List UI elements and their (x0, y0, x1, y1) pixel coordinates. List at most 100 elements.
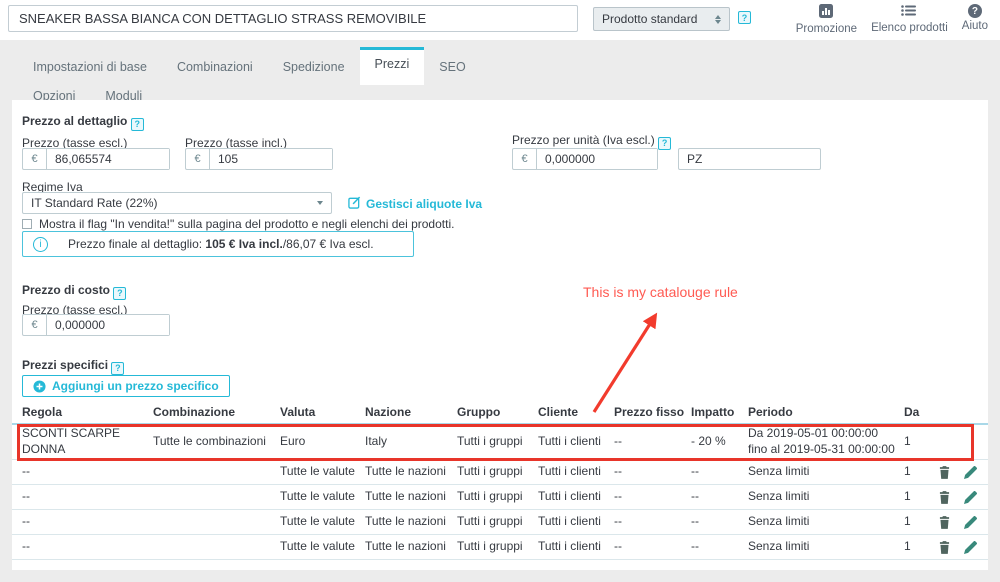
top-bar: Prodotto standard ? Promozione Elenco pr… (0, 0, 1000, 40)
delete-icon[interactable] (939, 541, 950, 554)
tab-spedizione[interactable]: Spedizione (268, 47, 360, 83)
final-price-alert: i Prezzo finale al dettaglio: 105 € Iva … (22, 231, 414, 257)
plus-circle-icon (33, 380, 46, 393)
unit-input[interactable] (678, 148, 821, 170)
col-da: Da (904, 405, 934, 419)
top-nav: Promozione Elenco prodotti ? Aiuto (796, 4, 988, 35)
delete-icon[interactable] (939, 516, 950, 529)
unit-price-group: € (512, 148, 658, 170)
cell-combinazione: Tutte le combinazioni (153, 434, 280, 450)
help-button[interactable]: ? Aiuto (962, 4, 988, 35)
delete-icon[interactable] (939, 491, 950, 504)
specific-prices-rows: SCONTI SCARPE DONNA Tutte le combinazion… (12, 425, 988, 560)
cell-cliente: Tutti i clienti (538, 434, 614, 450)
cell-da: 1 (904, 464, 934, 480)
table-row: -- Tutte le valute Tutte le nazioni Tutt… (12, 485, 988, 510)
select-updown-icon (715, 15, 721, 24)
cell-nazione: Tutte le nazioni (365, 514, 457, 530)
tab-combinazioni[interactable]: Combinazioni (162, 47, 268, 83)
edit-icon[interactable] (964, 491, 977, 504)
col-prezzo-fisso: Prezzo fisso (614, 405, 691, 419)
question-circle-icon: ? (968, 4, 982, 18)
promotion-label: Promozione (796, 23, 857, 35)
cell-da: 1 (904, 489, 934, 505)
currency-prefix: € (23, 315, 47, 335)
cell-cliente: Tutti i clienti (538, 514, 614, 530)
cell-valuta: Tutte le valute (280, 514, 365, 530)
cell-prezzo-fisso: -- (614, 539, 691, 555)
specific-prices-title-text: Prezzi specifici (22, 358, 108, 372)
product-list-button[interactable]: Elenco prodotti (871, 4, 948, 35)
info-icon: i (33, 237, 48, 252)
cell-periodo: Senza limiti (748, 489, 904, 505)
cell-nazione: Tutte le nazioni (365, 539, 457, 555)
cost-price-title: Prezzo di costo ? (22, 283, 126, 300)
product-list-label: Elenco prodotti (871, 22, 948, 34)
cell-impatto: - 20 % (691, 434, 748, 450)
help-label: Aiuto (962, 20, 988, 32)
cell-prezzo-fisso: -- (614, 489, 691, 505)
final-price-prefix: Prezzo finale al dettaglio: (68, 237, 205, 251)
unit-price-input[interactable] (537, 149, 657, 169)
col-cliente: Cliente (538, 405, 614, 419)
table-header-row: Regola Combinazione Valuta Nazione Grupp… (12, 400, 988, 425)
tax-rule-value: IT Standard Rate (22%) (31, 196, 158, 210)
help-icon[interactable]: ? (113, 287, 126, 300)
price-incl-input[interactable] (210, 149, 332, 169)
tab-prezzi[interactable]: Prezzi (360, 47, 425, 85)
product-name-input[interactable] (8, 5, 578, 32)
currency-prefix: € (186, 149, 210, 169)
price-excl-input[interactable] (47, 149, 169, 169)
promotion-button[interactable]: Promozione (796, 4, 857, 35)
currency-prefix: € (23, 149, 47, 169)
cell-periodo: Senza limiti (748, 539, 904, 555)
final-price-excl: /86,07 € Iva escl. (283, 237, 374, 251)
price-incl-group: € (185, 148, 333, 170)
add-specific-price-button[interactable]: Aggiungi un prezzo specifico (22, 375, 230, 397)
on-sale-checkbox[interactable] (22, 219, 32, 229)
cell-prezzo-fisso: -- (614, 434, 691, 450)
product-type-select[interactable]: Prodotto standard (593, 7, 730, 31)
cell-da: 1 (904, 434, 934, 450)
delete-icon[interactable] (939, 466, 950, 479)
cell-gruppo: Tutti i gruppi (457, 464, 538, 480)
price-excl-group: € (22, 148, 170, 170)
edit-icon[interactable] (964, 466, 977, 479)
cost-price-input[interactable] (47, 315, 169, 335)
help-icon[interactable]: ? (111, 362, 124, 375)
cell-periodo: Senza limiti (748, 464, 904, 480)
cell-nazione: Italy (365, 434, 457, 450)
col-periodo: Periodo (748, 405, 904, 419)
col-valuta: Valuta (280, 405, 365, 419)
cell-impatto: -- (691, 464, 748, 480)
help-icon[interactable]: ? (658, 137, 671, 150)
row-actions (934, 516, 988, 529)
cell-nazione: Tutte le nazioni (365, 464, 457, 480)
cell-gruppo: Tutti i gruppi (457, 434, 538, 450)
cell-periodo: Senza limiti (748, 514, 904, 530)
specific-prices-table: Regola Combinazione Valuta Nazione Grupp… (12, 400, 988, 560)
col-nazione: Nazione (365, 405, 457, 419)
row-actions (934, 466, 988, 479)
cell-regola: -- (12, 464, 153, 480)
cost-price-group: € (22, 314, 170, 336)
cell-regola: -- (12, 539, 153, 555)
cell-gruppo: Tutti i gruppi (457, 489, 538, 505)
edit-icon[interactable] (964, 516, 977, 529)
manage-tax-link[interactable]: Gestisci aliquote Iva (348, 196, 482, 212)
cell-cliente: Tutti i clienti (538, 464, 614, 480)
bar-chart-icon (819, 4, 833, 21)
cell-gruppo: Tutti i gruppi (457, 514, 538, 530)
cell-nazione: Tutte le nazioni (365, 489, 457, 505)
on-sale-row: Mostra il flag "In vendita!" sulla pagin… (22, 217, 454, 231)
retail-price-title: Prezzo al dettaglio ? (22, 114, 144, 131)
tab-seo[interactable]: SEO (424, 47, 480, 83)
help-icon[interactable]: ? (131, 118, 144, 131)
col-regola: Regola (12, 405, 153, 419)
col-combinazione: Combinazione (153, 405, 280, 419)
cell-prezzo-fisso: -- (614, 464, 691, 480)
edit-icon[interactable] (964, 541, 977, 554)
cell-valuta: Tutte le valute (280, 539, 365, 555)
help-icon[interactable]: ? (738, 11, 751, 24)
tax-rule-select[interactable]: IT Standard Rate (22%) (22, 192, 332, 214)
